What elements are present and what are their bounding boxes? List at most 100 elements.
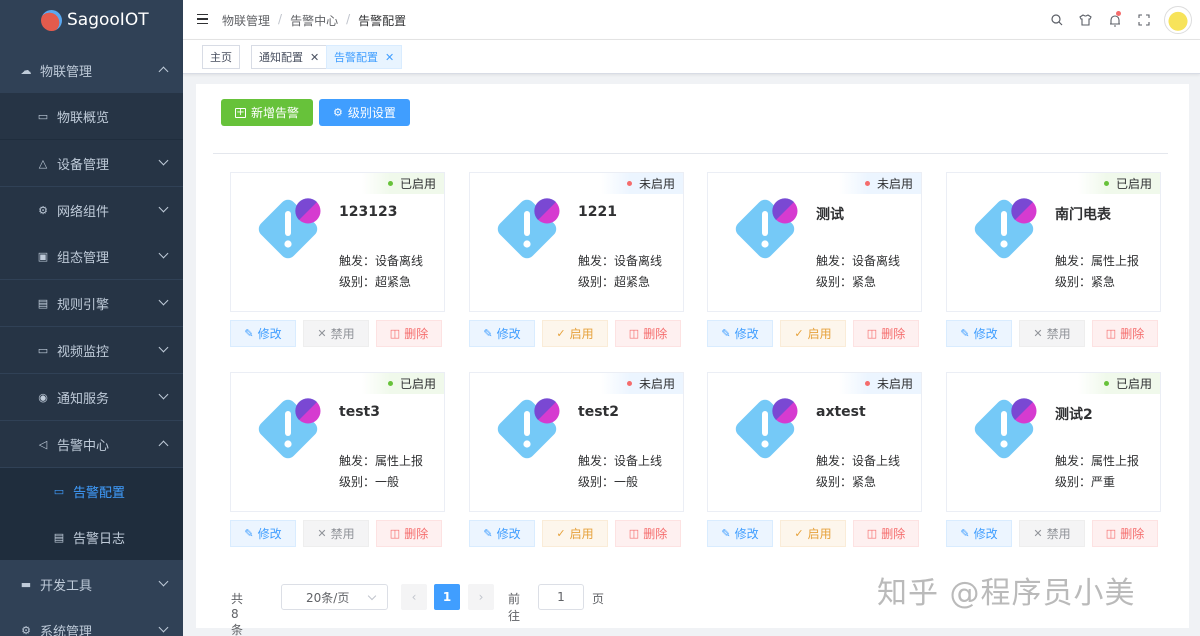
status-label: 未启用	[638, 377, 675, 391]
sidebar-item-system-management[interactable]: ⚙ 系统管理	[0, 607, 183, 636]
alarm-card: 已启用 测试2 触发：属性上报 级别：严重	[946, 372, 1161, 512]
edit-button[interactable]: ✎ 修改	[230, 320, 296, 347]
edit-button[interactable]: ✎ 修改	[469, 320, 535, 347]
disable-button[interactable]: ✕ 禁用	[303, 520, 369, 547]
goto-page-input[interactable]: 1	[538, 584, 584, 610]
sidebar-item-network-components[interactable]: ⚙ 网络组件	[0, 187, 183, 233]
alarm-trigger: 触发：设备离线	[339, 254, 424, 268]
button-label: 修改	[734, 327, 759, 341]
alarm-card: 已启用 123123 触发：设备离线 级别：超紧急	[230, 172, 445, 312]
breadcrumb-item[interactable]: 告警中心	[290, 12, 338, 29]
notification-bell-icon[interactable]	[1100, 0, 1129, 40]
delete-button[interactable]: ◫ 删除	[853, 320, 919, 347]
button-label: 删除	[404, 527, 429, 541]
status-label: 未启用	[638, 177, 675, 191]
delete-button[interactable]: ◫ 删除	[1092, 520, 1158, 547]
sidebar-item-rule-engine[interactable]: ▤ 规则引擎	[0, 280, 183, 326]
sidebar-item-alarm-log[interactable]: ▤ 告警日志	[0, 514, 183, 560]
prev-page-button[interactable]: ‹	[401, 584, 427, 610]
app-logo[interactable]: SagooIOT	[0, 0, 183, 40]
edit-icon: ✎	[244, 327, 254, 340]
delete-button[interactable]: ◫ 删除	[376, 520, 442, 547]
level-settings-button[interactable]: ⚙ 级别设置	[319, 99, 410, 126]
sidebar-item-layout-management[interactable]: ▣ 组态管理	[0, 233, 183, 279]
sidebar-item-iot-management[interactable]: ☁ 物联管理	[0, 47, 183, 93]
search-icon[interactable]	[1042, 0, 1071, 40]
edit-button[interactable]: ✎ 修改	[946, 320, 1012, 347]
edit-button[interactable]: ✎ 修改	[469, 520, 535, 547]
status-badge: 已启用	[362, 173, 444, 194]
page-number-current[interactable]: 1	[434, 584, 460, 610]
delete-button[interactable]: ◫ 删除	[376, 320, 442, 347]
enable-button[interactable]: ✓ 启用	[542, 520, 608, 547]
tag-alarm-config[interactable]: 告警配置 ✕	[326, 45, 403, 69]
enable-button[interactable]: ✓ 启用	[542, 320, 608, 347]
next-page-button[interactable]: ›	[468, 584, 494, 610]
edit-button[interactable]: ✎ 修改	[707, 520, 773, 547]
sidebar-item-label: 网络组件	[57, 204, 110, 220]
delete-button[interactable]: ◫ 删除	[615, 320, 681, 347]
app-name: SagooIOT	[67, 10, 149, 30]
gear-icon: ⚙	[21, 623, 31, 636]
sidebar-item-label: 告警中心	[57, 438, 110, 454]
sidebar-item-alarm-config[interactable]: ▭ 告警配置	[0, 468, 183, 514]
page-size-select[interactable]: 20条/页	[281, 584, 388, 610]
enable-button[interactable]: ✓ 启用	[780, 520, 846, 547]
tag-home[interactable]: 主页	[202, 45, 240, 69]
enable-button[interactable]: ✓ 启用	[780, 320, 846, 347]
chevron-up-icon	[158, 66, 169, 77]
delete-button[interactable]: ◫ 删除	[1092, 320, 1158, 347]
close-icon[interactable]: ✕	[385, 51, 394, 64]
trash-icon: ◫	[1105, 327, 1117, 340]
chevron-down-icon	[158, 248, 169, 259]
edit-icon: ✎	[721, 327, 731, 340]
close-icon[interactable]: ✕	[310, 51, 319, 64]
button-label: 修改	[496, 527, 521, 541]
status-label: 已启用	[1115, 177, 1152, 191]
button-label: 修改	[973, 527, 998, 541]
delete-button[interactable]: ◫ 删除	[853, 520, 919, 547]
trash-icon: ◫	[628, 327, 640, 340]
sidebar-item-iot-overview[interactable]: ▭ 物联概览	[0, 93, 183, 139]
status-badge: 未启用	[601, 373, 683, 394]
sidebar-item-label: 视频监控	[57, 344, 110, 360]
sidebar-item-video-monitoring[interactable]: ▭ 视频监控	[0, 327, 183, 373]
check-icon: ✓	[556, 527, 566, 540]
delete-button[interactable]: ◫ 删除	[615, 520, 681, 547]
button-label: 修改	[973, 327, 998, 341]
button-label: 禁用	[330, 327, 355, 341]
sidebar-item-notification-service[interactable]: ◉ 通知服务	[0, 374, 183, 420]
alarm-trigger: 触发：属性上报	[339, 454, 424, 468]
alarm-card: 已启用 南门电表 触发：属性上报 级别：紧急	[946, 172, 1161, 312]
chevron-down-icon	[158, 202, 169, 213]
theme-icon[interactable]	[1071, 0, 1100, 40]
user-avatar[interactable]	[1164, 6, 1192, 34]
disable-button[interactable]: ✕ 禁用	[303, 320, 369, 347]
disable-button[interactable]: ✕ 禁用	[1019, 520, 1085, 547]
button-label: 删除	[643, 327, 668, 341]
sidebar-item-dev-tools[interactable]: ▬ 开发工具	[0, 561, 183, 607]
chevron-up-icon	[158, 440, 169, 451]
sidebar-item-device-management[interactable]: △ 设备管理	[0, 140, 183, 186]
disable-button[interactable]: ✕ 禁用	[1019, 320, 1085, 347]
edit-button[interactable]: ✎ 修改	[230, 520, 296, 547]
tag-notification-config[interactable]: 通知配置 ✕	[251, 45, 328, 69]
edit-button[interactable]: ✎ 修改	[707, 320, 773, 347]
button-label: 删除	[1120, 327, 1145, 341]
notification-dot	[1116, 11, 1121, 16]
sidebar-item-label: 告警配置	[73, 485, 126, 501]
status-label: 未启用	[876, 377, 913, 391]
sidebar-item-alarm-center[interactable]: ◁ 告警中心	[0, 421, 183, 467]
fullscreen-icon[interactable]	[1129, 0, 1158, 40]
breadcrumb-item[interactable]: 物联管理	[222, 12, 270, 29]
logo-icon	[41, 10, 62, 31]
add-alarm-button[interactable]: + 新增告警	[221, 99, 314, 126]
main-content: + 新增告警 ⚙ 级别设置 已启用 123123 触发：设备离线 级别：超紧急 ✎ 修改 ✕…	[196, 84, 1189, 636]
alarm-warning-icon	[974, 398, 1037, 459]
hamburger-menu-icon[interactable]	[197, 14, 208, 24]
chevron-down-icon	[158, 342, 169, 353]
edit-button[interactable]: ✎ 修改	[946, 520, 1012, 547]
status-dot	[1103, 181, 1109, 186]
chevron-down-icon	[158, 389, 169, 400]
alarm-warning-icon	[497, 198, 560, 259]
